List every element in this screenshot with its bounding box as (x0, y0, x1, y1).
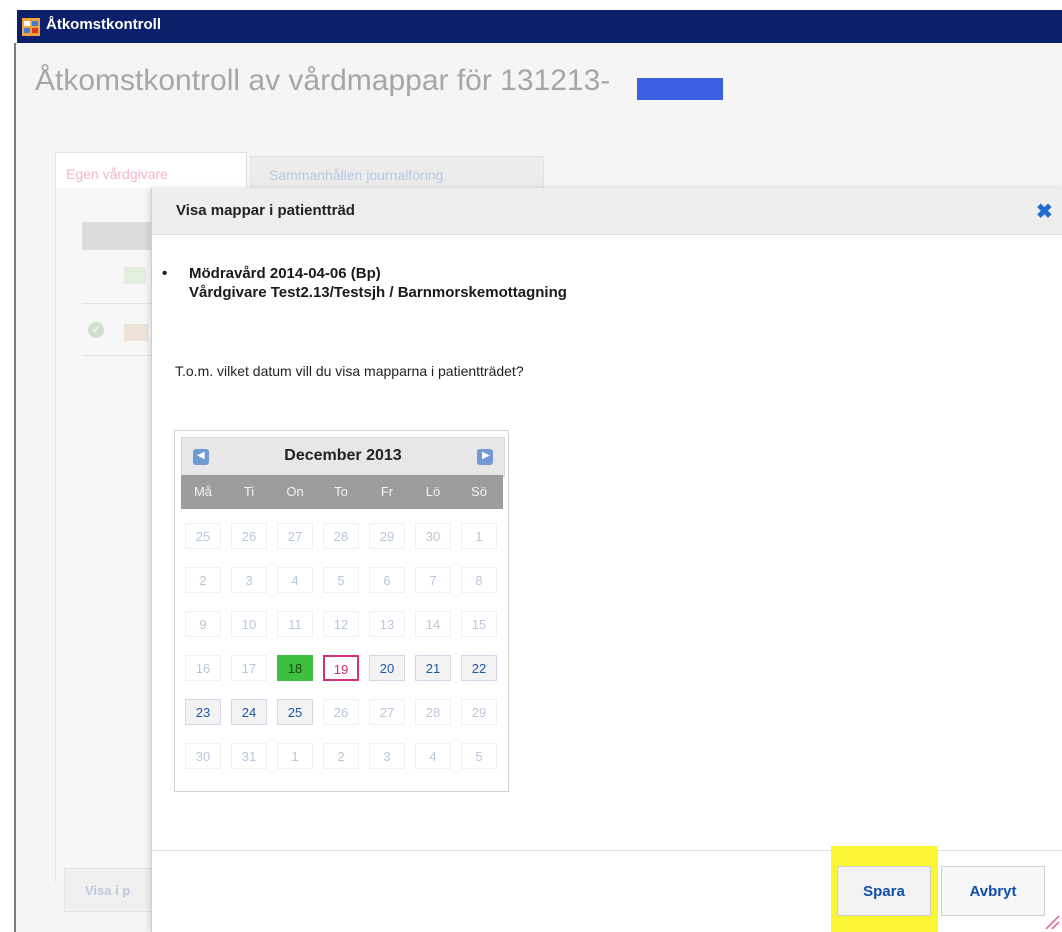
calendar-day-disabled: 1 (461, 523, 497, 549)
divider (82, 355, 162, 356)
divider (82, 303, 162, 304)
chevron-right-icon[interactable]: ▶ (477, 449, 493, 465)
show-in-tree-label: Visa i p (85, 883, 131, 898)
date-question: T.o.m. vilket datum vill du visa mapparn… (175, 363, 524, 379)
dialog-title: Visa mappar i patientträd (176, 202, 355, 219)
calendar-day-disabled: 25 (185, 523, 221, 549)
calendar-day-disabled: 30 (415, 523, 451, 549)
weekday-header: Må Ti On To Fr Lö Sö (181, 475, 503, 509)
folder-name: Mödravård 2014-04-06 (Bp) (189, 265, 381, 282)
save-button[interactable]: Spara (837, 866, 931, 916)
close-icon[interactable]: ✖ (1036, 199, 1053, 224)
weekday-label: Må (193, 484, 213, 499)
tab-label: Egen vårdgivare (66, 166, 168, 182)
calendar-day-disabled: 2 (185, 567, 221, 593)
folder-icon (124, 324, 148, 341)
calendar-day-disabled: 17 (231, 655, 267, 681)
calendar-day-disabled: 16 (185, 655, 221, 681)
calendar-day-disabled: 5 (323, 567, 359, 593)
redacted-personal-number (637, 78, 723, 100)
weekday-label: Sö (471, 484, 487, 499)
calendar-day-disabled: 12 (323, 611, 359, 637)
calendar-day-disabled: 4 (277, 567, 313, 593)
calendar-day-disabled: 28 (415, 699, 451, 725)
calendar-day-today[interactable]: 19 (323, 655, 359, 681)
folder-icon (124, 267, 146, 284)
calendar-day-disabled: 28 (323, 523, 359, 549)
calendar-day-disabled: 29 (461, 699, 497, 725)
show-folders-dialog: Visa mappar i patientträd ✖ • Mödravård … (151, 188, 1062, 932)
folder-caregiver: Vårdgivare Test2.13/Testsjh / Barnmorske… (189, 284, 567, 301)
calendar-day[interactable]: 20 (369, 655, 405, 681)
calendar-day-disabled: 3 (369, 743, 405, 769)
calendar-day-disabled: 3 (231, 567, 267, 593)
bullet: • (162, 265, 168, 282)
weekday-label: Ti (243, 484, 255, 499)
dialog-header: Visa mappar i patientträd ✖ (152, 188, 1062, 235)
titlebar-strip (17, 10, 1062, 43)
calendar-day-disabled: 11 (277, 611, 313, 637)
page-title: Åtkomstkontroll av vårdmappar för 131213… (35, 64, 611, 97)
calendar-header: ◀ December 2013 ▶ (181, 437, 505, 477)
calendar-day[interactable]: 23 (185, 699, 221, 725)
calendar-day-disabled: 31 (231, 743, 267, 769)
calendar-day-disabled: 4 (415, 743, 451, 769)
calendar-day-disabled: 13 (369, 611, 405, 637)
date-picker-calendar: ◀ December 2013 ▶ Må Ti On To Fr Lö Sö 25 26 27 2… (174, 430, 509, 792)
calendar-day-disabled: 29 (369, 523, 405, 549)
calendar-day-selected[interactable]: 18 (277, 655, 313, 681)
calendar-day-disabled: 26 (323, 699, 359, 725)
tab-label: Sammanhållen journalföring (269, 167, 444, 183)
calendar-day-disabled: 1 (277, 743, 313, 769)
resize-grip-icon[interactable] (1040, 910, 1060, 930)
calendar-day-disabled: 27 (277, 523, 313, 549)
calendar-day-disabled: 7 (415, 567, 451, 593)
calendar-day-disabled: 30 (185, 743, 221, 769)
app-window-icon (22, 18, 40, 36)
calendar-day[interactable]: 24 (231, 699, 267, 725)
calendar-day[interactable]: 21 (415, 655, 451, 681)
weekday-label: On (286, 484, 304, 499)
calendar-day-disabled: 26 (231, 523, 267, 549)
weekday-label: Lö (425, 484, 441, 499)
weekday-label: To (334, 484, 348, 499)
calendar-day-disabled: 2 (323, 743, 359, 769)
tree-header (82, 222, 162, 250)
calendar-day-disabled: 5 (461, 743, 497, 769)
tab-egen-vardgivare[interactable]: Egen vårdgivare (55, 152, 247, 189)
calendar-day-disabled: 8 (461, 567, 497, 593)
tab-sammanhallen-journalforing[interactable]: Sammanhållen journalföring (250, 156, 544, 190)
calendar-day-disabled: 15 (461, 611, 497, 637)
calendar-day[interactable]: 25 (277, 699, 313, 725)
check-icon: ✓ (88, 322, 104, 338)
cancel-button[interactable]: Avbryt (941, 866, 1045, 916)
calendar-month: December 2013 (284, 447, 402, 464)
calendar-day-disabled: 9 (185, 611, 221, 637)
window-titlebar: Åtkomstkontroll (0, 0, 1062, 43)
calendar-day[interactable]: 22 (461, 655, 497, 681)
calendar-day-disabled: 27 (369, 699, 405, 725)
window-title: Åtkomstkontroll (46, 16, 162, 33)
weekday-label: Fr (380, 484, 394, 499)
calendar-day-disabled: 14 (415, 611, 451, 637)
calendar-day-disabled: 10 (231, 611, 267, 637)
calendar-day-disabled: 6 (369, 567, 405, 593)
